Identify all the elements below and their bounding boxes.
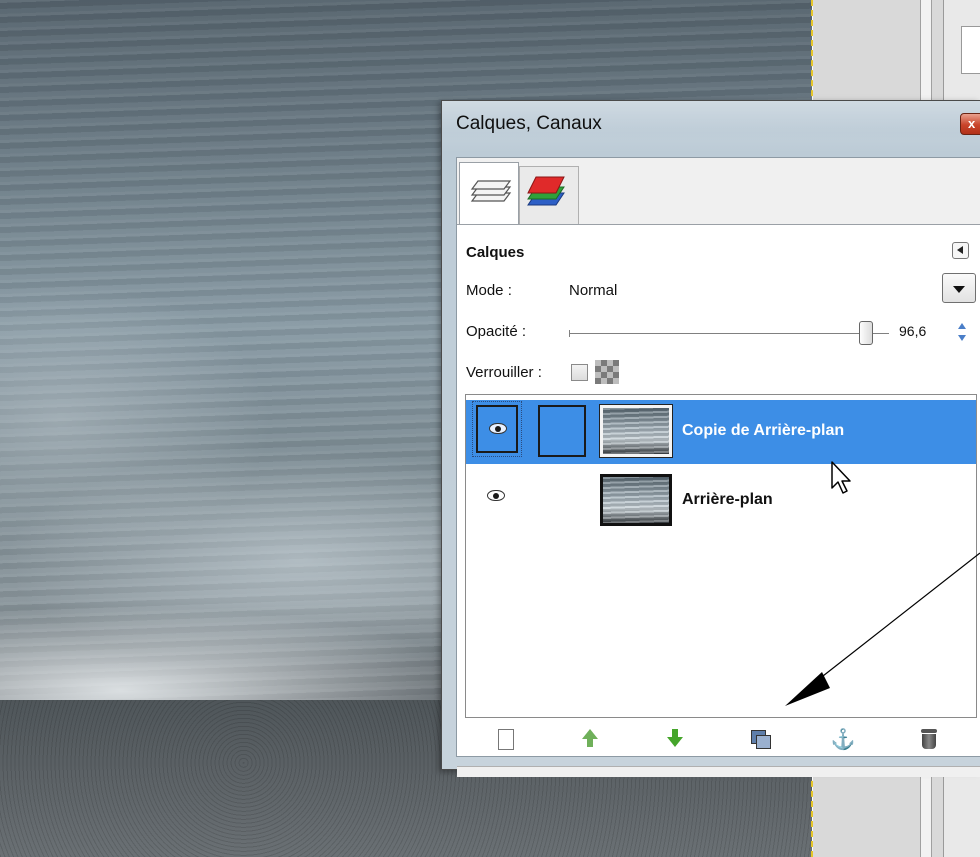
lower-layer-button[interactable] — [662, 727, 688, 753]
layers-channels-dialog: Calques, Canaux x Calques Mode: Normal … — [441, 100, 980, 777]
anchor-icon: ⚓ — [830, 729, 856, 751]
opacity-slider-track-end — [873, 333, 889, 334]
opacity-spinner[interactable] — [957, 321, 967, 345]
anchor-layer-button[interactable]: ⚓ — [830, 727, 856, 753]
lock-alpha-icon[interactable] — [595, 360, 619, 384]
delete-layer-button[interactable] — [916, 727, 942, 753]
dialog-titlebar[interactable]: Calques, Canaux x — [442, 101, 980, 153]
opacity-value[interactable]: 96,6 — [899, 323, 926, 339]
tab-menu-button[interactable] — [952, 242, 969, 259]
visibility-toggle[interactable] — [472, 401, 522, 457]
opacity-slider-handle[interactable] — [859, 321, 873, 345]
visibility-toggle[interactable] — [476, 474, 518, 522]
opacity-label: Opacité : — [466, 323, 527, 340]
mode-dropdown-button[interactable] — [942, 273, 976, 303]
layer-name[interactable]: Arrière-plan — [682, 491, 773, 509]
link-toggle[interactable] — [538, 405, 586, 457]
layer-buttons-bar: ⚓ — [465, 723, 977, 759]
section-title: Calques — [466, 244, 525, 261]
layer-thumbnail — [600, 474, 672, 526]
layer-name[interactable]: Copie de Arrière-plan — [682, 422, 844, 440]
new-layer-button[interactable] — [493, 727, 519, 753]
duplicate-layer-button[interactable] — [747, 727, 773, 753]
lock-checkbox[interactable] — [571, 364, 588, 381]
lock-label: Verrouiller : — [466, 364, 542, 381]
layer-row[interactable]: Copie de Arrière-plan — [466, 400, 976, 464]
mouse-cursor-icon — [831, 461, 851, 494]
raise-layer-button[interactable] — [577, 727, 603, 753]
dock-frame: Calques Mode : Normal Opacité : 96,6 Ver… — [456, 157, 980, 777]
close-button[interactable]: x — [960, 113, 980, 135]
dialog-title: Calques, Canaux — [456, 113, 602, 134]
layers-icon — [470, 180, 512, 202]
layer-list: Copie de Arrière-plan Arrière-plan — [465, 394, 977, 718]
layers-tab-content: Calques Mode : Normal Opacité : 96,6 Ver… — [457, 224, 980, 777]
layer-thumbnail — [600, 405, 672, 457]
eye-icon — [489, 423, 507, 434]
tab-layers[interactable] — [459, 162, 519, 224]
mode-label: Mode : — [466, 282, 512, 299]
mode-select-value[interactable]: Normal — [569, 282, 617, 299]
layer-row[interactable]: Arrière-plan — [466, 469, 976, 533]
close-icon: x — [968, 116, 976, 131]
tab-channels[interactable] — [519, 166, 579, 224]
dock-bottom-strip — [457, 766, 980, 777]
eye-icon — [487, 490, 505, 501]
dock-edge-content — [961, 26, 980, 74]
channels-icon — [527, 176, 565, 206]
opacity-slider-track[interactable] — [569, 330, 869, 337]
